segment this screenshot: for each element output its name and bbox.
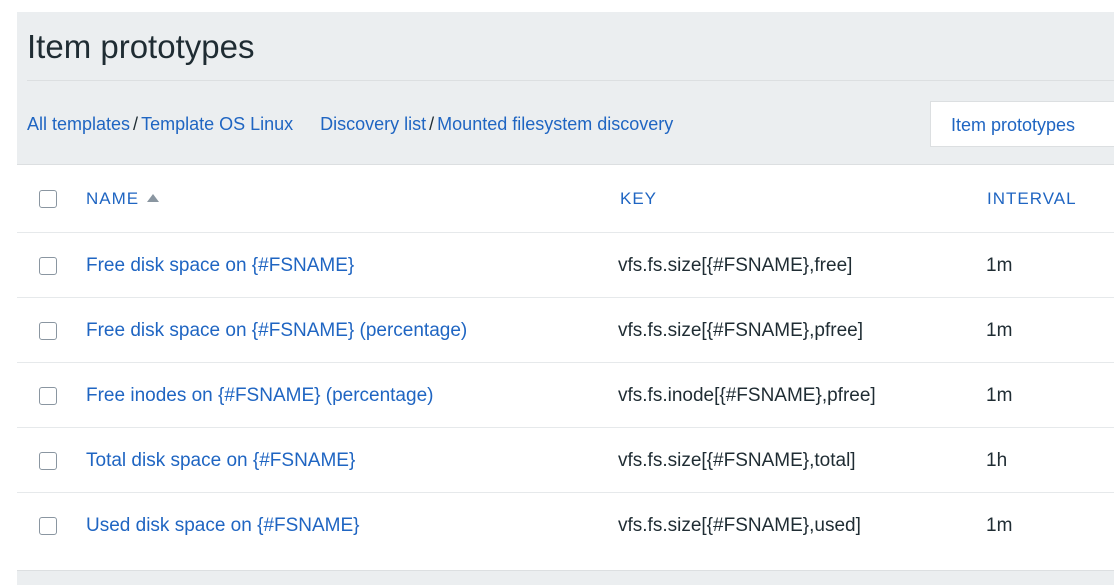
tab-item-prototypes[interactable]: Item prototypes [930, 101, 1114, 147]
item-name-link[interactable]: Total disk space on {#FSNAME} [86, 449, 355, 473]
item-interval: 1m [986, 320, 1013, 341]
row-checkbox[interactable] [39, 517, 57, 535]
table-row: Free inodes on {#FSNAME} (percentage) vf… [17, 363, 1114, 428]
table-row: Free disk space on {#FSNAME} vfs.fs.size… [17, 233, 1114, 298]
page: Item prototypes All templates / Template O… [0, 0, 1114, 585]
item-interval: 1m [986, 385, 1013, 406]
item-key: vfs.fs.size[{#FSNAME},used] [618, 515, 861, 536]
item-key: vfs.fs.size[{#FSNAME},pfree] [618, 320, 863, 341]
item-key: vfs.fs.size[{#FSNAME},total] [618, 450, 856, 471]
item-key: vfs.fs.size[{#FSNAME},free] [618, 255, 853, 276]
item-key: vfs.fs.inode[{#FSNAME},pfree] [618, 385, 876, 406]
table-header-row: NAME KEY INTERVAL [17, 165, 1114, 233]
column-header-name-label: NAME [86, 189, 140, 208]
breadcrumb-separator: / [429, 114, 435, 134]
breadcrumb-separator: / [133, 114, 139, 134]
breadcrumb-discovery-list[interactable]: Discovery list [320, 114, 426, 134]
title-divider [27, 80, 1114, 81]
item-name-link[interactable]: Free inodes on {#FSNAME} (percentage) [86, 384, 433, 408]
item-name-link[interactable]: Used disk space on {#FSNAME} [86, 514, 360, 538]
breadcrumb: All templates / Template OS Linux Discovery… [27, 112, 673, 136]
item-name-link[interactable]: Free disk space on {#FSNAME} [86, 254, 354, 278]
item-interval: 1m [986, 255, 1013, 276]
item-interval: 1m [986, 515, 1013, 536]
table-row: Used disk space on {#FSNAME} vfs.fs.size… [17, 493, 1114, 569]
page-title: Item prototypes [27, 28, 255, 65]
tab-item-prototypes-label: Item prototypes [951, 115, 1076, 135]
row-checkbox[interactable] [39, 322, 57, 340]
table-row: Free disk space on {#FSNAME} (percentage… [17, 298, 1114, 363]
item-name-link[interactable]: Free disk space on {#FSNAME} (percentage… [86, 319, 467, 343]
item-interval: 1h [986, 450, 1008, 471]
row-checkbox[interactable] [39, 387, 57, 405]
column-header-key[interactable]: KEY [620, 188, 657, 210]
breadcrumb-discovery-rule[interactable]: Mounted filesystem discovery [437, 114, 673, 134]
select-all-checkbox[interactable] [39, 190, 57, 208]
breadcrumb-all-templates[interactable]: All templates [27, 114, 130, 134]
column-header-name[interactable]: NAME [86, 188, 160, 210]
breadcrumb-template[interactable]: Template OS Linux [141, 114, 293, 134]
table-row: Total disk space on {#FSNAME} vfs.fs.siz… [17, 428, 1114, 493]
item-prototypes-table: NAME KEY INTERVAL Free disk space on {#F… [17, 164, 1114, 571]
sort-ascending-icon [147, 194, 160, 202]
column-header-interval[interactable]: INTERVAL [987, 188, 1077, 210]
row-checkbox[interactable] [39, 257, 57, 275]
row-checkbox[interactable] [39, 452, 57, 470]
